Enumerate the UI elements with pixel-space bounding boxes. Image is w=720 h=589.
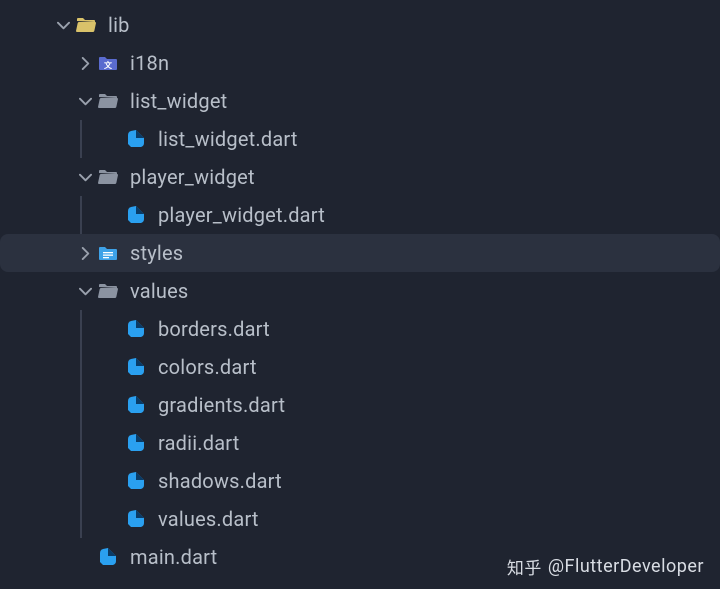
tree-label: list_widget [130, 89, 227, 113]
dart-file-icon [96, 545, 120, 569]
tree-file-values-dart[interactable]: values.dart [0, 500, 720, 538]
tree-folder-list-widget[interactable]: list_widget [0, 82, 720, 120]
tree-file-colors-dart[interactable]: colors.dart [0, 348, 720, 386]
tree-folder-styles[interactable]: styles [0, 234, 720, 272]
tree-label: values [130, 279, 188, 303]
tree-folder-lib[interactable]: lib [0, 6, 720, 44]
chevron-right-icon [74, 52, 96, 74]
tree-guide-line [80, 462, 82, 500]
dart-file-icon [124, 393, 148, 417]
tree-folder-player-widget[interactable]: player_widget [0, 158, 720, 196]
folder-styles-icon [96, 241, 120, 265]
tree-label: i18n [130, 51, 169, 75]
tree-label: list_widget.dart [158, 127, 298, 151]
dart-file-icon [124, 317, 148, 341]
tree-label: player_widget.dart [158, 203, 325, 227]
tree-file-shadows-dart[interactable]: shadows.dart [0, 462, 720, 500]
chevron-down-icon [74, 166, 96, 188]
tree-guide-line [80, 310, 82, 348]
folder-i18n-icon [96, 51, 120, 75]
tree-folder-i18n[interactable]: i18n [0, 44, 720, 82]
folder-open-icon [96, 89, 120, 113]
tree-file-list-widget-dart[interactable]: list_widget.dart [0, 120, 720, 158]
folder-open-icon [74, 13, 98, 37]
folder-open-icon [96, 279, 120, 303]
dart-file-icon [124, 469, 148, 493]
tree-label: colors.dart [158, 355, 257, 379]
tree-label: radii.dart [158, 431, 240, 455]
chevron-down-icon [74, 280, 96, 302]
chevron-right-icon [74, 242, 96, 264]
tree-label: styles [130, 241, 183, 265]
chevron-down-icon [74, 90, 96, 112]
tree-guide-line [80, 120, 82, 158]
tree-label: player_widget [130, 165, 255, 189]
dart-file-icon [124, 355, 148, 379]
watermark: 知乎 @FlutterDeveloper [507, 554, 704, 579]
tree-label: shadows.dart [158, 469, 282, 493]
chevron-down-icon [52, 14, 74, 36]
tree-file-radii-dart[interactable]: radii.dart [0, 424, 720, 462]
tree-label: lib [108, 13, 130, 37]
tree-label: values.dart [158, 507, 259, 531]
dart-file-icon [124, 203, 148, 227]
tree-label: main.dart [130, 545, 217, 569]
watermark-site: 知乎 [507, 554, 542, 579]
watermark-handle: @FlutterDeveloper [548, 556, 704, 577]
dart-file-icon [124, 127, 148, 151]
tree-label: borders.dart [158, 317, 270, 341]
folder-open-icon [96, 165, 120, 189]
file-tree: lib i18n list_widget list_widget.dart pl… [0, 0, 720, 576]
dart-file-icon [124, 507, 148, 531]
tree-folder-values[interactable]: values [0, 272, 720, 310]
tree-guide-line [80, 424, 82, 462]
tree-guide-line [80, 500, 82, 538]
tree-guide-line [80, 196, 82, 234]
tree-guide-line [80, 348, 82, 386]
tree-file-player-widget-dart[interactable]: player_widget.dart [0, 196, 720, 234]
tree-file-borders-dart[interactable]: borders.dart [0, 310, 720, 348]
dart-file-icon [124, 431, 148, 455]
tree-file-gradients-dart[interactable]: gradients.dart [0, 386, 720, 424]
tree-label: gradients.dart [158, 393, 285, 417]
tree-guide-line [80, 386, 82, 424]
